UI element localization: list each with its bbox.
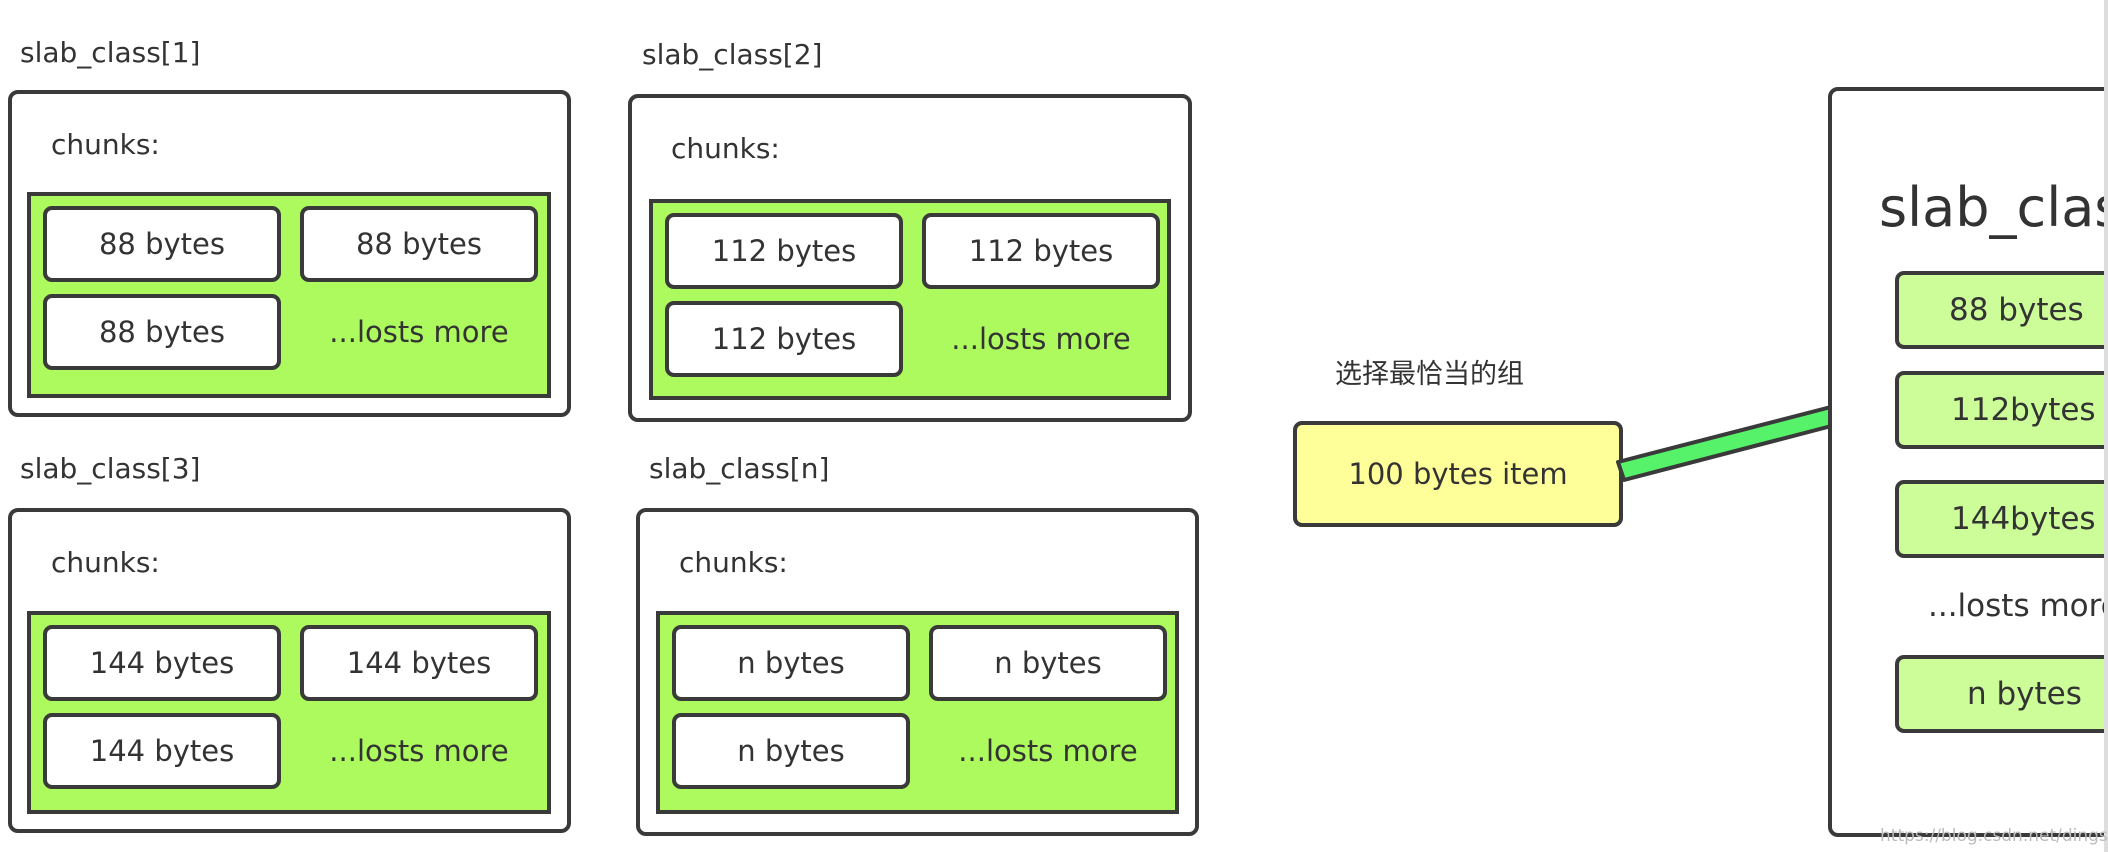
panel-cell: 144bytes [1895, 480, 2108, 558]
panel-cell: 88 bytes [1895, 271, 2108, 349]
panel-more: ...losts more [1928, 588, 2108, 624]
panel-cell: 112bytes [1895, 371, 2108, 449]
panel-cell-label: 88 bytes [1949, 292, 2084, 328]
panel-cell-label: 144bytes [1951, 501, 2096, 537]
panel-cell-label: n bytes [1967, 676, 2082, 712]
watermark: https://blog.csdn.net/dingshgdf [1880, 826, 2108, 846]
arrow-icon [1616, 376, 1895, 482]
panel-cell: n bytes [1895, 655, 2108, 733]
panel-cell-label: 112bytes [1951, 392, 2096, 428]
edge-line [2104, 0, 2108, 852]
panel-title: slab_class [1879, 176, 2108, 239]
